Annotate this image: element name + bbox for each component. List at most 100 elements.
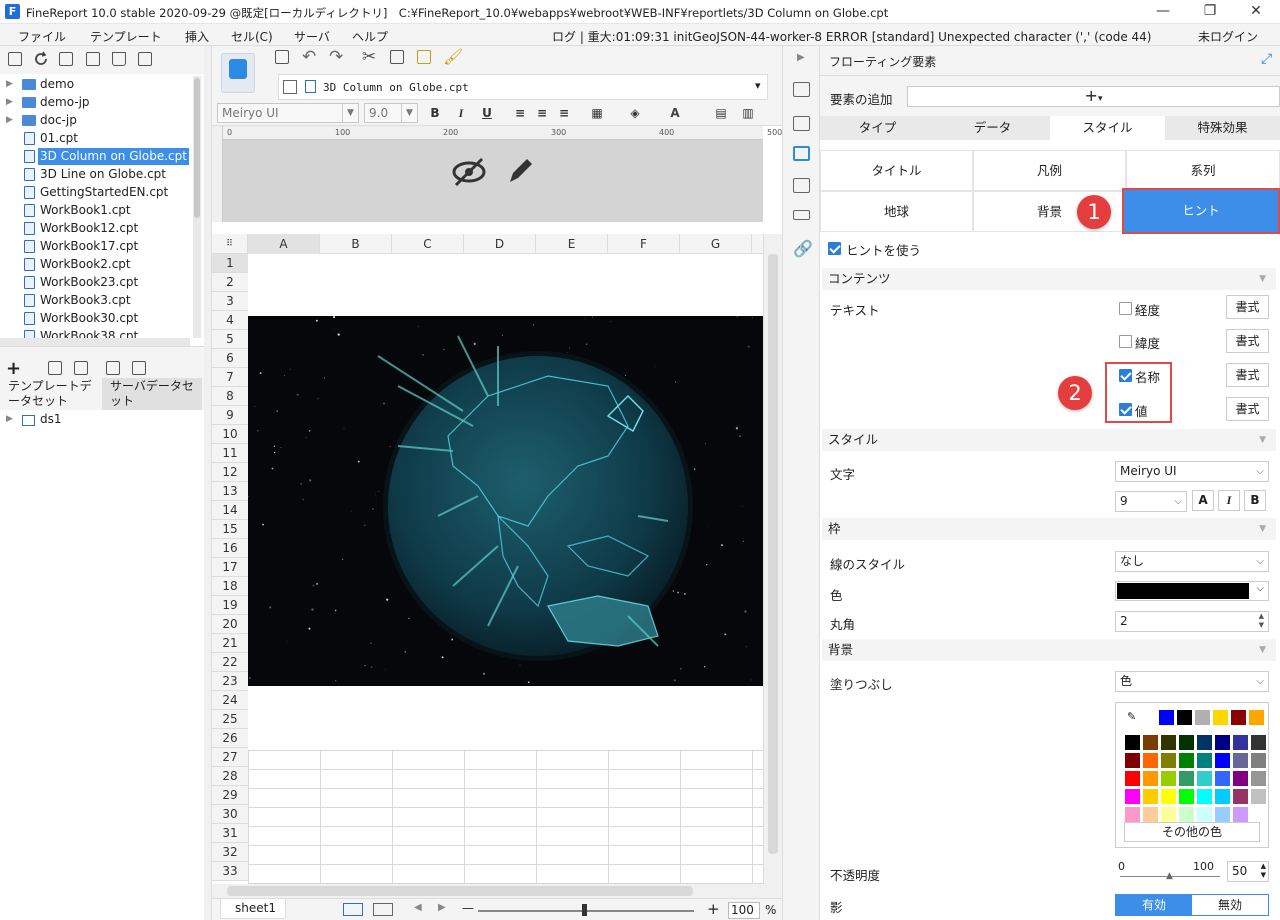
color-swatch[interactable]: [1179, 771, 1194, 786]
save-icon[interactable]: [275, 50, 289, 64]
expand-panel-icon[interactable]: ⤢: [1261, 51, 1272, 67]
color-swatch[interactable]: [1215, 735, 1230, 750]
fill-select[interactable]: 色 ⌵: [1115, 671, 1269, 692]
color-swatch[interactable]: [1125, 807, 1140, 822]
properties-icon[interactable]: [59, 52, 73, 66]
left-splitter[interactable]: [204, 46, 212, 920]
color-swatch[interactable]: [1197, 771, 1212, 786]
spreadsheet-grid[interactable]: ⠿ ABCDEFG 1 2 3 4 5 6 7 8 9 10 11 12 13 …: [212, 234, 763, 884]
new-folder-icon[interactable]: [8, 52, 22, 66]
condition-icon[interactable]: [793, 210, 810, 220]
color-swatch[interactable]: [1215, 771, 1230, 786]
latitude-format-button[interactable]: 書式: [1226, 329, 1269, 353]
row-header-cell[interactable]: 33: [212, 862, 248, 881]
row-header-cell[interactable]: 15: [212, 520, 248, 539]
undo-icon[interactable]: ↶: [302, 47, 316, 67]
longitude-checkbox[interactable]: [1119, 302, 1132, 315]
expand-icon[interactable]: ▶: [6, 97, 13, 107]
tree-file[interactable]: 01.cpt: [0, 130, 190, 148]
color-swatch[interactable]: [1233, 735, 1248, 750]
menu-template[interactable]: テンプレート: [90, 28, 162, 45]
grid-hscrollbar[interactable]: [212, 884, 782, 898]
template-tab[interactable]: 3D Column on Globe.cpt ▾: [278, 74, 768, 100]
prev-sheet-icon[interactable]: ◀: [414, 902, 422, 913]
color-swatch[interactable]: [1233, 771, 1248, 786]
color-swatch[interactable]: [1161, 807, 1176, 822]
column-header-cell[interactable]: G: [680, 234, 752, 254]
hidden-eye-icon[interactable]: [451, 156, 487, 188]
sheet-tab[interactable]: sheet1: [220, 899, 286, 919]
border-icon[interactable]: ▦: [588, 104, 606, 122]
hint-font-select[interactable]: Meiryo UI ⌵: [1115, 461, 1269, 482]
row-header-cell[interactable]: 7: [212, 368, 248, 387]
row-header-cell[interactable]: 31: [212, 824, 248, 843]
preview-icon[interactable]: [106, 361, 120, 375]
color-swatch[interactable]: [1125, 789, 1140, 804]
align-right-icon[interactable]: ≡: [555, 104, 573, 122]
log-message[interactable]: ログ | 重大:01:09:31 initGeoJSON-44-worker-8…: [552, 28, 1152, 45]
split-cell-icon[interactable]: ▥: [739, 104, 757, 122]
color-swatch[interactable]: [1251, 753, 1266, 768]
row-header-cell[interactable]: 5: [212, 330, 248, 349]
zoom-out-button[interactable]: —: [462, 901, 474, 915]
row-header-cell[interactable]: 2: [212, 273, 248, 292]
row-header-cell[interactable]: 22: [212, 653, 248, 672]
column-header-cell[interactable]: E: [536, 234, 608, 254]
template-menu-button[interactable]: [221, 53, 255, 93]
column-header-cell[interactable]: B: [320, 234, 392, 254]
tree-scrollbar[interactable]: [193, 76, 201, 338]
select-all-icon[interactable]: ⠿: [212, 234, 248, 254]
subtab-series[interactable]: 系列: [1126, 150, 1280, 191]
panel-splitter[interactable]: [0, 346, 204, 358]
format-painter-icon[interactable]: 🖌: [443, 47, 463, 66]
color-swatch[interactable]: [1195, 710, 1210, 725]
tab-template-dataset[interactable]: テンプレートデータセット: [0, 378, 100, 410]
row-header-cell[interactable]: 10: [212, 425, 248, 444]
row-header-cell[interactable]: 20: [212, 615, 248, 634]
hint-bold-button[interactable]: B: [1244, 490, 1266, 511]
row-header-cell[interactable]: 25: [212, 710, 248, 729]
row-header-cell[interactable]: 3: [212, 292, 248, 311]
row-header-cell[interactable]: 9: [212, 406, 248, 425]
copy-cell-icon[interactable]: [390, 50, 404, 64]
minimize-button[interactable]: —: [1153, 3, 1173, 19]
color-swatch[interactable]: [1215, 753, 1230, 768]
column-header-cell[interactable]: D: [464, 234, 536, 254]
row-header-cell[interactable]: 13: [212, 482, 248, 501]
color-swatch[interactable]: [1197, 789, 1212, 804]
color-swatch[interactable]: [1197, 753, 1212, 768]
expand-icon[interactable]: ▶: [6, 414, 13, 424]
color-swatch[interactable]: [1161, 771, 1176, 786]
expand-icon[interactable]: ▶: [6, 79, 13, 89]
color-swatch[interactable]: [1179, 807, 1194, 822]
row-header-cell[interactable]: 11: [212, 444, 248, 463]
tree-file[interactable]: WorkBook30.cpt: [0, 310, 190, 328]
zoom-input[interactable]: 100: [728, 902, 760, 919]
subtab-legend[interactable]: 凡例: [973, 150, 1126, 191]
row-header-cell[interactable]: 32: [212, 843, 248, 862]
contents-section[interactable]: コンテンツ ▼: [822, 268, 1276, 290]
hint-font-size-select[interactable]: 9 ⌵: [1115, 491, 1187, 512]
dataset-settings-icon[interactable]: [132, 361, 146, 375]
tab-effects[interactable]: 特殊効果: [1165, 116, 1280, 140]
tab-type[interactable]: タイプ: [820, 116, 935, 140]
shadow-off-button[interactable]: 無効: [1192, 895, 1268, 915]
color-swatch[interactable]: [1125, 771, 1140, 786]
color-swatch[interactable]: [1177, 710, 1192, 725]
font-size-select[interactable]: 9.0 ▼: [364, 103, 418, 123]
row-header-cell[interactable]: 28: [212, 767, 248, 786]
name-format-button[interactable]: 書式: [1226, 363, 1269, 387]
row-header-cell[interactable]: 19: [212, 596, 248, 615]
longitude-format-button[interactable]: 書式: [1226, 295, 1269, 319]
subtab-hint[interactable]: ヒント: [1122, 188, 1280, 234]
radius-input[interactable]: 2 ▲ ▼: [1115, 611, 1269, 632]
color-swatch[interactable]: [1125, 735, 1140, 750]
shadow-on-button[interactable]: 有効: [1116, 895, 1192, 915]
tree-file[interactable]: WorkBook3.cpt: [0, 292, 190, 310]
menu-file[interactable]: ファイル: [18, 28, 66, 45]
menu-insert[interactable]: 挿入: [185, 28, 209, 45]
tree-file[interactable]: WorkBook17.cpt: [0, 238, 190, 256]
row-header-cell[interactable]: 27: [212, 748, 248, 767]
redo-icon[interactable]: ↷: [329, 47, 343, 67]
row-header-cell[interactable]: 12: [212, 463, 248, 482]
